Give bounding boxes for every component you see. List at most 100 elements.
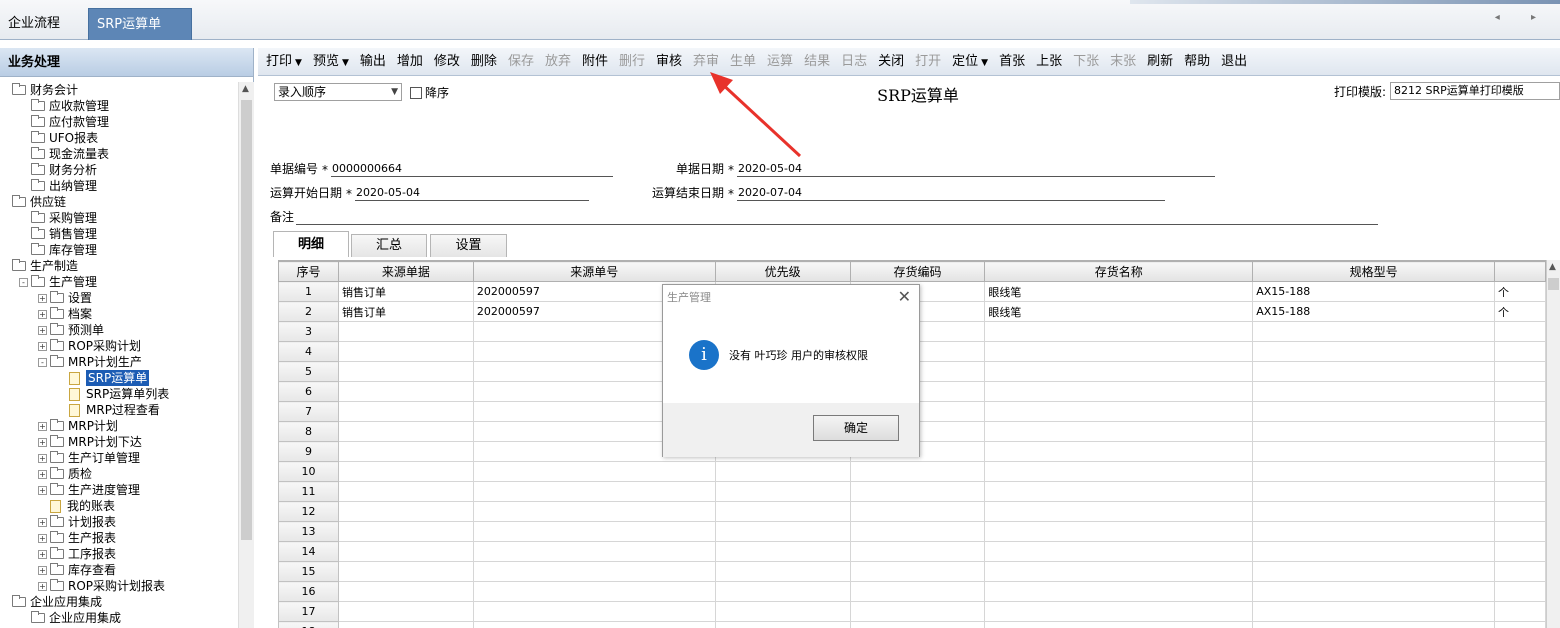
table-cell[interactable] xyxy=(1252,421,1495,442)
toolbar-button[interactable]: 保存 xyxy=(504,51,538,73)
table-cell[interactable] xyxy=(849,581,986,602)
tab-summary[interactable]: 汇总 xyxy=(351,234,427,257)
table-cell[interactable] xyxy=(849,561,986,582)
table-cell[interactable] xyxy=(714,521,851,542)
table-cell[interactable] xyxy=(984,501,1254,522)
expand-icon[interactable]: + xyxy=(38,469,47,479)
table-cell[interactable] xyxy=(1252,621,1495,628)
toolbar-button[interactable]: 日志 xyxy=(837,51,871,73)
toolbar-button[interactable]: 打印 ▼ xyxy=(262,51,306,73)
table-cell[interactable] xyxy=(337,501,474,522)
table-row[interactable]: 11 xyxy=(278,481,1546,502)
table-cell[interactable] xyxy=(472,461,716,482)
tree-node[interactable]: 库存管理 xyxy=(0,242,238,258)
tab-srp-calc[interactable]: SRP运算单 ✕ xyxy=(88,8,192,64)
expand-icon[interactable]: + xyxy=(38,517,47,527)
close-icon[interactable]: ✕ xyxy=(898,287,911,306)
table-cell[interactable] xyxy=(1252,381,1495,402)
table-cell[interactable] xyxy=(984,621,1254,628)
table-row[interactable]: 18 xyxy=(278,621,1546,628)
tree-node[interactable]: 应收款管理 xyxy=(0,98,238,114)
table-cell[interactable] xyxy=(1494,381,1546,402)
caret-down-icon[interactable]: ▼ xyxy=(295,58,302,68)
left-scrollbar-thumb[interactable] xyxy=(241,100,252,540)
table-cell[interactable] xyxy=(1252,541,1495,562)
table-cell[interactable] xyxy=(984,561,1254,582)
table-row[interactable]: 17 xyxy=(278,601,1546,622)
table-cell[interactable] xyxy=(472,541,716,562)
table-cell[interactable]: 销售订单 xyxy=(337,281,474,302)
tree-node[interactable]: MRP过程查看 xyxy=(0,402,238,418)
column-header[interactable]: 优先级 xyxy=(714,261,851,282)
table-cell[interactable] xyxy=(714,481,851,502)
tree-node[interactable]: 销售管理 xyxy=(0,226,238,242)
toolbar-button[interactable]: 上张 xyxy=(1032,51,1066,73)
tree-node[interactable]: 出纳管理 xyxy=(0,178,238,194)
table-cell[interactable] xyxy=(1494,421,1546,442)
table-cell[interactable] xyxy=(714,621,851,628)
table-cell[interactable] xyxy=(714,501,851,522)
toolbar-button[interactable]: 修改 xyxy=(430,51,464,73)
tree-node[interactable]: SRP运算单 xyxy=(0,370,238,386)
tree-node[interactable]: + 档案 xyxy=(0,306,238,322)
table-cell[interactable] xyxy=(849,521,986,542)
toolbar-button[interactable]: 关闭 xyxy=(874,51,908,73)
tree-node[interactable]: + MRP计划下达 xyxy=(0,434,238,450)
table-cell[interactable] xyxy=(337,421,474,442)
table-cell[interactable] xyxy=(1252,441,1495,462)
table-cell[interactable] xyxy=(1494,321,1546,342)
table-cell[interactable] xyxy=(984,401,1254,422)
order-select[interactable]: 录入顺序 ▼ xyxy=(274,83,402,101)
table-cell[interactable] xyxy=(1252,321,1495,342)
tree-node[interactable]: + ROP采购计划 xyxy=(0,338,238,354)
tree-node[interactable]: 企业应用集成 xyxy=(0,610,238,626)
table-cell[interactable] xyxy=(472,481,716,502)
expand-icon[interactable]: + xyxy=(38,549,47,559)
table-cell[interactable] xyxy=(1252,341,1495,362)
table-cell[interactable] xyxy=(984,441,1254,462)
grid-scrollbar-thumb[interactable] xyxy=(1548,278,1559,290)
toolbar-button[interactable]: 末张 xyxy=(1106,51,1140,73)
table-cell[interactable] xyxy=(1252,561,1495,582)
table-cell[interactable] xyxy=(472,561,716,582)
tab-enterprise-flow[interactable]: 企业流程 xyxy=(0,8,80,40)
toolbar-button[interactable]: 审核 xyxy=(652,51,686,73)
table-cell[interactable] xyxy=(337,341,474,362)
table-cell[interactable] xyxy=(849,501,986,522)
table-cell[interactable] xyxy=(1494,401,1546,422)
toolbar-button[interactable]: 放弃 xyxy=(541,51,575,73)
table-cell[interactable] xyxy=(849,621,986,628)
collapse-icon[interactable]: - xyxy=(38,357,47,367)
table-cell[interactable] xyxy=(984,461,1254,482)
tree-node[interactable]: + 生产订单管理 xyxy=(0,450,238,466)
table-cell[interactable] xyxy=(1252,501,1495,522)
column-header[interactable]: 来源单据 xyxy=(337,261,474,282)
toolbar-button[interactable]: 刷新 xyxy=(1143,51,1177,73)
tree-node[interactable]: UFO报表 xyxy=(0,130,238,146)
checkbox-box[interactable] xyxy=(410,86,422,99)
grid-scrollbar[interactable]: ▲ xyxy=(1546,260,1560,628)
table-cell[interactable] xyxy=(984,581,1254,602)
table-cell[interactable] xyxy=(337,441,474,462)
table-cell[interactable] xyxy=(1494,601,1546,622)
table-cell[interactable] xyxy=(1494,441,1546,462)
table-cell[interactable]: 眼线笔 xyxy=(984,281,1254,302)
table-row[interactable]: 14 xyxy=(278,541,1546,562)
tree-node[interactable]: 财务会计 xyxy=(0,82,238,98)
table-cell[interactable] xyxy=(1252,601,1495,622)
tree-node[interactable]: 我的账表 xyxy=(0,498,238,514)
toolbar-button[interactable]: 定位 ▼ xyxy=(948,51,992,73)
table-cell[interactable]: 个 xyxy=(1494,281,1546,302)
end-date-input[interactable]: 2020-07-04 xyxy=(737,186,1166,201)
caret-down-icon[interactable]: ▼ xyxy=(342,58,349,68)
expand-icon[interactable]: + xyxy=(38,437,47,447)
table-cell[interactable] xyxy=(337,381,474,402)
tree-node[interactable]: 现金流量表 xyxy=(0,146,238,162)
table-row[interactable]: 12 xyxy=(278,501,1546,522)
table-cell[interactable] xyxy=(1494,461,1546,482)
table-cell[interactable] xyxy=(714,601,851,622)
scroll-up-icon[interactable]: ▲ xyxy=(1549,262,1556,272)
table-cell[interactable] xyxy=(337,401,474,422)
tab-scroll-arrows-icon[interactable]: ◂ ▸ xyxy=(1495,12,1550,23)
table-cell[interactable]: AX15-188 xyxy=(1252,281,1495,302)
